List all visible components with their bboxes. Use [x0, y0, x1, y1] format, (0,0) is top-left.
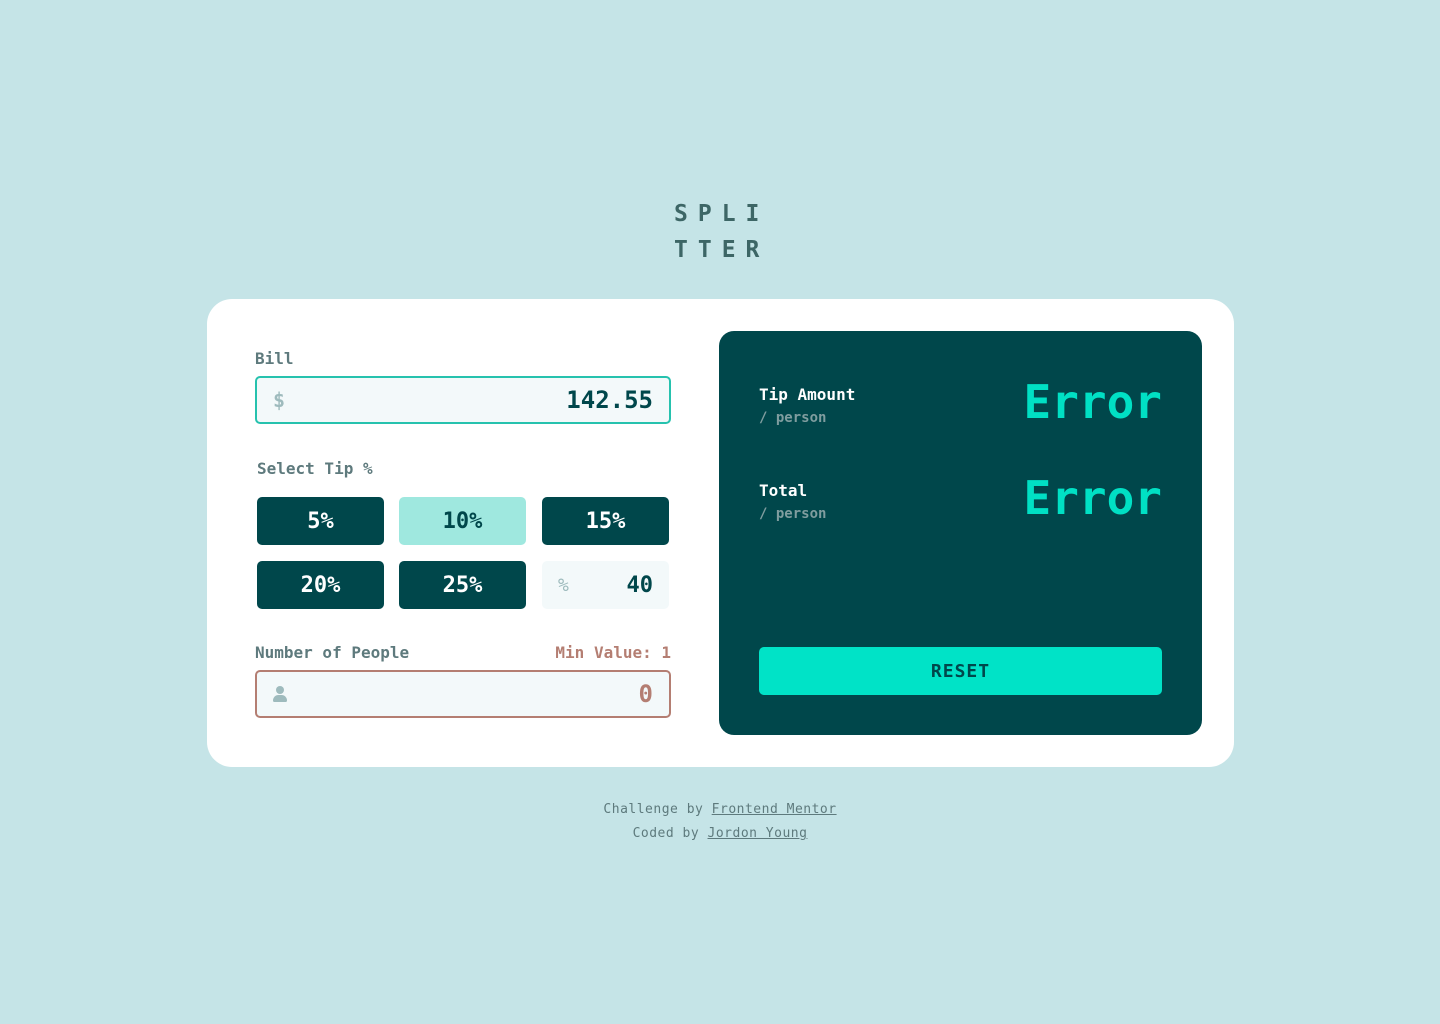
tip-amount-value: Error [1023, 375, 1162, 429]
tip-amount-row: Tip Amount / person Error [759, 375, 1162, 445]
attribution: Challenge by Frontend Mentor Coded by Jo… [0, 798, 1440, 846]
bill-label: Bill [255, 349, 294, 368]
total-value: Error [1023, 471, 1162, 525]
people-input[interactable]: 0 [255, 670, 671, 718]
select-tip-label: Select Tip % [257, 459, 373, 478]
custom-tip-input[interactable]: % 40 [542, 561, 669, 609]
person-icon [273, 686, 287, 702]
custom-tip-value[interactable]: 40 [627, 573, 654, 598]
coded-line: Coded by Jordon Young [0, 822, 1440, 846]
percent-icon: % [558, 574, 569, 596]
logo: SPLI TTER [674, 196, 774, 268]
bill-value[interactable]: 142.55 [566, 386, 653, 414]
logo-line-2: TTER [674, 237, 770, 263]
challenge-line: Challenge by Frontend Mentor [0, 798, 1440, 822]
coded-prefix: Coded by [632, 826, 700, 841]
total-row: Total / person Error [759, 471, 1162, 541]
logo-line-1: SPLI [674, 201, 770, 227]
author-link[interactable]: Jordon Young [708, 826, 808, 841]
bill-input[interactable]: $ 142.55 [255, 376, 671, 424]
result-panel: Tip Amount / person Error Total / person… [719, 331, 1202, 735]
calculator-card: Bill $ 142.55 Select Tip % 5% 10% 15% 20… [207, 299, 1234, 767]
dollar-icon: $ [273, 388, 286, 412]
people-error-message: Min Value: 1 [555, 643, 671, 662]
tip-15-button[interactable]: 15% [542, 497, 669, 545]
frontend-mentor-link[interactable]: Frontend Mentor [712, 802, 837, 817]
tip-25-button[interactable]: 25% [399, 561, 526, 609]
tip-20-button[interactable]: 20% [257, 561, 384, 609]
people-value[interactable]: 0 [639, 680, 653, 708]
reset-button[interactable]: RESET [759, 647, 1162, 695]
tip-10-button[interactable]: 10% [399, 497, 526, 545]
tip-5-button[interactable]: 5% [257, 497, 384, 545]
challenge-prefix: Challenge by [603, 802, 704, 817]
people-label: Number of People [255, 643, 410, 662]
